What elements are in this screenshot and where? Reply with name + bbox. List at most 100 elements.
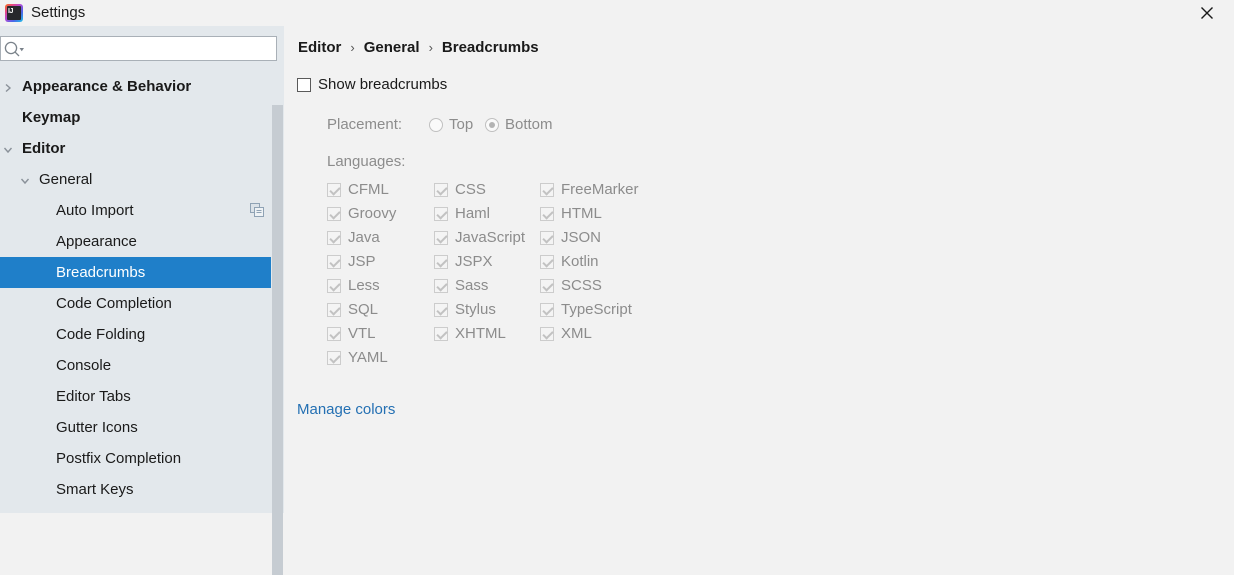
language-checkbox-css[interactable]: CSS xyxy=(434,181,486,198)
language-checkbox-html[interactable]: HTML xyxy=(540,205,602,222)
sidebar-scrollbar-track[interactable] xyxy=(271,62,284,575)
language-label: FreeMarker xyxy=(561,181,639,198)
language-checkbox-typescript[interactable]: TypeScript xyxy=(540,301,632,318)
sidebar-item-breadcrumbs[interactable]: Breadcrumbs xyxy=(0,257,284,288)
checkbox[interactable] xyxy=(327,254,341,269)
sidebar-item-appearance[interactable]: Appearance xyxy=(0,226,284,257)
sidebar-item-keymap[interactable]: Keymap xyxy=(0,102,284,133)
chevron-down-icon[interactable] xyxy=(3,142,17,156)
checkbox[interactable] xyxy=(327,326,341,341)
language-label: CSS xyxy=(455,181,486,198)
language-checkbox-haml[interactable]: Haml xyxy=(434,205,490,222)
show-breadcrumbs-row[interactable]: Show breadcrumbs xyxy=(297,76,447,93)
checkbox[interactable] xyxy=(434,326,448,341)
language-checkbox-jspx[interactable]: JSPX xyxy=(434,253,493,270)
language-checkbox-json[interactable]: JSON xyxy=(540,229,601,246)
checkbox[interactable] xyxy=(434,182,448,197)
language-checkbox-vtl[interactable]: VTL xyxy=(327,325,376,342)
show-breadcrumbs-checkbox[interactable] xyxy=(297,77,311,92)
language-checkbox-scss[interactable]: SCSS xyxy=(540,277,602,294)
placement-radio-label: Top xyxy=(449,116,474,133)
checkbox[interactable] xyxy=(434,230,448,245)
checkbox[interactable] xyxy=(540,182,554,197)
language-checkbox-javascript[interactable]: JavaScript xyxy=(434,229,525,246)
copy-icon[interactable] xyxy=(250,203,264,221)
language-label: Sass xyxy=(455,277,489,294)
language-checkbox-groovy[interactable]: Groovy xyxy=(327,205,396,222)
sidebar-item-code-completion[interactable]: Code Completion xyxy=(0,288,284,319)
language-checkbox-java[interactable]: Java xyxy=(327,229,380,246)
sidebar-item-appearance-behavior[interactable]: Appearance & Behavior xyxy=(0,71,284,102)
sidebar-item-auto-import[interactable]: Auto Import xyxy=(0,195,284,226)
checkbox[interactable] xyxy=(540,302,554,317)
sidebar-scrollbar-thumb[interactable] xyxy=(272,105,283,575)
placement-radio-top[interactable]: Top xyxy=(429,116,473,133)
language-checkbox-freemarker[interactable]: FreeMarker xyxy=(540,181,639,198)
sidebar-item-console[interactable]: Console xyxy=(0,350,284,381)
placement-radio-bottom[interactable]: Bottom xyxy=(485,116,553,133)
checkbox[interactable] xyxy=(327,182,341,197)
language-label: Java xyxy=(348,229,380,246)
search-box[interactable] xyxy=(0,36,277,61)
checkbox[interactable] xyxy=(434,254,448,269)
language-checkbox-stylus[interactable]: Stylus xyxy=(434,301,496,318)
placement-radio-label: Bottom xyxy=(505,116,553,133)
sidebar-item-general[interactable]: General xyxy=(0,164,284,195)
language-label: Haml xyxy=(455,205,491,222)
checkbox[interactable] xyxy=(327,278,341,293)
language-checkbox-yaml[interactable]: YAML xyxy=(327,349,388,366)
language-checkbox-less[interactable]: Less xyxy=(327,277,380,294)
close-icon xyxy=(1201,7,1213,19)
sidebar-item-code-folding[interactable]: Code Folding xyxy=(0,319,284,350)
language-label: Groovy xyxy=(348,205,397,222)
checkbox[interactable] xyxy=(434,302,448,317)
language-checkbox-kotlin[interactable]: Kotlin xyxy=(540,253,599,270)
chevron-down-icon[interactable] xyxy=(20,173,34,187)
checkbox[interactable] xyxy=(540,326,554,341)
language-checkbox-sass[interactable]: Sass xyxy=(434,277,488,294)
breadcrumb-separator: › xyxy=(428,40,433,55)
language-checkbox-cfml[interactable]: CFML xyxy=(327,181,389,198)
close-button[interactable] xyxy=(1186,0,1228,26)
checkbox[interactable] xyxy=(434,278,448,293)
sidebar-item-editor[interactable]: Editor xyxy=(0,133,284,164)
breadcrumb-item-editor[interactable]: Editor xyxy=(298,39,341,56)
language-checkbox-sql[interactable]: SQL xyxy=(327,301,378,318)
search-input[interactable] xyxy=(27,37,275,60)
radio-button[interactable] xyxy=(485,117,499,132)
language-label: YAML xyxy=(348,349,388,366)
language-checkbox-jsp[interactable]: JSP xyxy=(327,253,376,270)
sidebar-item-label: General xyxy=(39,171,93,188)
checkbox[interactable] xyxy=(434,206,448,221)
settings-content-panel: Editor › General › Breadcrumbs Show breadcru… xyxy=(284,26,1234,513)
language-checkbox-xhtml[interactable]: XHTML xyxy=(434,325,506,342)
checkbox[interactable] xyxy=(540,206,554,221)
language-label: VTL xyxy=(348,325,376,342)
sidebar-item-smart-keys[interactable]: Smart Keys xyxy=(0,474,284,505)
checkbox[interactable] xyxy=(327,302,341,317)
checkbox[interactable] xyxy=(540,230,554,245)
checkbox[interactable] xyxy=(540,278,554,293)
language-label: Kotlin xyxy=(561,253,599,270)
checkbox[interactable] xyxy=(540,254,554,269)
sidebar-item-label: Smart Keys xyxy=(56,481,134,498)
sidebar-item-editor-tabs[interactable]: Editor Tabs xyxy=(0,381,284,412)
checkbox[interactable] xyxy=(327,206,341,221)
checkbox[interactable] xyxy=(327,230,341,245)
sidebar-item-gutter-icons[interactable]: Gutter Icons xyxy=(0,412,284,443)
sidebar-item-label: Editor xyxy=(22,140,66,157)
search-icon[interactable] xyxy=(3,40,25,58)
language-label: HTML xyxy=(561,205,602,222)
radio-button[interactable] xyxy=(429,117,443,132)
language-label: SQL xyxy=(348,301,379,318)
checkbox[interactable] xyxy=(327,350,341,365)
language-label: XHTML xyxy=(455,325,506,342)
language-label: JavaScript xyxy=(455,229,526,246)
breadcrumb-item-general[interactable]: General xyxy=(364,39,420,56)
sidebar-item-postfix-completion[interactable]: Postfix Completion xyxy=(0,443,284,474)
language-label: Stylus xyxy=(455,301,496,318)
sidebar-item-label: Keymap xyxy=(22,109,81,126)
chevron-right-icon[interactable] xyxy=(3,80,17,94)
language-checkbox-xml[interactable]: XML xyxy=(540,325,592,342)
manage-colors-link[interactable]: Manage colors xyxy=(297,401,395,418)
